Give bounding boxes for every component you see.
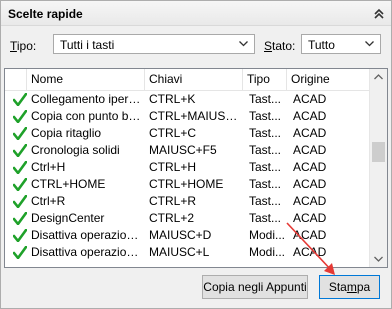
panel-title: Scelte rapide	[8, 7, 83, 21]
cell-type: Tast...	[249, 160, 282, 174]
cell-origin: ACAD	[293, 92, 327, 106]
cell-name: Collegamento iperte...	[31, 92, 141, 106]
cell-keys: CTRL+R	[149, 194, 197, 208]
cell-origin: ACAD	[293, 194, 327, 208]
cell-type: Tast...	[249, 211, 282, 225]
cell-keys: CTRL+MAIUSC+C	[149, 109, 245, 123]
quick-shortcuts-panel: Scelte rapide Tipo: Tutti i tasti Stato:…	[0, 0, 392, 309]
cell-keys: CTRL+HOME	[149, 177, 224, 191]
stato-select[interactable]: Tutto	[301, 34, 381, 54]
checkmark-icon	[13, 144, 27, 157]
cell-keys: CTRL+K	[149, 92, 196, 106]
cell-type: Tast...	[249, 143, 282, 157]
cell-name: Ctrl+R	[31, 194, 66, 208]
tipo-select[interactable]: Tutti i tasti	[53, 34, 255, 54]
checkmark-icon	[13, 161, 27, 174]
header-chiavi[interactable]: Chiavi	[145, 69, 243, 90]
cell-keys: MAIUSC+L	[149, 245, 210, 259]
copy-to-clipboard-button[interactable]: Copia negli Appunti	[202, 275, 308, 299]
cell-type: Modi...	[249, 245, 286, 259]
cell-origin: ACAD	[293, 126, 327, 140]
cell-name: Cronologia solidi	[31, 143, 120, 157]
checkmark-icon	[13, 110, 27, 123]
table-row[interactable]: Disattiva operazioni ... MAIUSC+D Modi... A…	[5, 227, 371, 244]
table-row[interactable]: Ctrl+R CTRL+R Tast... ACAD	[5, 193, 371, 210]
checkmark-icon	[13, 246, 27, 259]
table-header: Nome Chiavi Tipo Origine	[5, 69, 371, 91]
stato-select-value: Tutto	[308, 38, 335, 52]
checkmark-icon	[13, 229, 27, 242]
cell-type: Tast...	[249, 177, 282, 191]
cell-origin: ACAD	[293, 160, 327, 174]
checkmark-icon	[13, 195, 27, 208]
cell-origin: ACAD	[293, 228, 327, 242]
cell-keys: MAIUSC+D	[149, 228, 212, 242]
checkmark-icon	[13, 212, 27, 225]
cell-name: CTRL+HOME	[31, 177, 106, 191]
scroll-up-arrow-icon[interactable]	[370, 69, 387, 86]
table-row[interactable]: Collegamento iperte... CTRL+K Tast... ACAD	[5, 91, 371, 108]
cell-origin: ACAD	[293, 245, 327, 259]
header-status	[5, 69, 27, 90]
cell-keys: MAIUSC+F5	[149, 143, 217, 157]
table-row[interactable]: Disattiva operazioni ... MAIUSC+L Modi... A…	[5, 244, 371, 261]
checkmark-icon	[13, 93, 27, 106]
header-tipo[interactable]: Tipo	[243, 69, 287, 90]
table-row[interactable]: Copia ritaglio CTRL+C Tast... ACAD	[5, 125, 371, 142]
cell-keys: CTRL+C	[149, 126, 197, 140]
panel-titlebar: Scelte rapide	[1, 1, 391, 26]
cell-name: Copia ritaglio	[31, 126, 102, 140]
cell-type: Tast...	[249, 109, 282, 123]
scrollbar-thumb[interactable]	[372, 142, 385, 162]
checkmark-icon	[13, 127, 27, 140]
vertical-scrollbar[interactable]	[369, 69, 387, 267]
cell-keys: CTRL+2	[149, 211, 195, 225]
table-row[interactable]: Copia con punto base CTRL+MAIUSC+C Tast...…	[5, 108, 371, 125]
cell-type: Tast...	[249, 92, 282, 106]
checkmark-icon	[13, 178, 27, 191]
cell-origin: ACAD	[293, 177, 327, 191]
table-row[interactable]: Cronologia solidi MAIUSC+F5 Tast... ACAD	[5, 142, 371, 159]
cell-type: Tast...	[249, 194, 282, 208]
table-row[interactable]: Ctrl+H CTRL+H Tast... ACAD	[5, 159, 371, 176]
collapse-chevron-up-icon[interactable]	[373, 7, 385, 19]
tipo-select-value: Tutti i tasti	[60, 38, 115, 52]
chevron-down-icon	[365, 41, 374, 47]
cell-name: Disattiva operazioni ...	[31, 228, 141, 242]
print-button[interactable]: Stampa	[319, 275, 380, 299]
cell-keys: CTRL+H	[149, 160, 197, 174]
header-origine[interactable]: Origine	[287, 69, 371, 90]
shortcuts-table[interactable]: Nome Chiavi Tipo Origine Collegamento ip…	[4, 68, 388, 268]
cell-type: Modi...	[249, 228, 286, 242]
table-row[interactable]: CTRL+HOME CTRL+HOME Tast... ACAD	[5, 176, 371, 193]
header-nome[interactable]: Nome	[27, 69, 145, 90]
cell-name: Copia con punto base	[31, 109, 141, 123]
tipo-label: Tipo:	[10, 39, 37, 53]
stato-label: Stato:	[264, 39, 296, 53]
cell-type: Tast...	[249, 126, 282, 140]
cell-name: Disattiva operazioni ...	[31, 245, 141, 259]
cell-name: DesignCenter	[31, 211, 105, 225]
cell-name: Ctrl+H	[31, 160, 66, 174]
cell-origin: ACAD	[293, 143, 327, 157]
cell-origin: ACAD	[293, 109, 327, 123]
table-row[interactable]: DesignCenter CTRL+2 Tast... ACAD	[5, 210, 371, 227]
cell-origin: ACAD	[293, 211, 327, 225]
scroll-down-arrow-icon[interactable]	[370, 250, 387, 267]
chevron-down-icon	[239, 41, 248, 47]
